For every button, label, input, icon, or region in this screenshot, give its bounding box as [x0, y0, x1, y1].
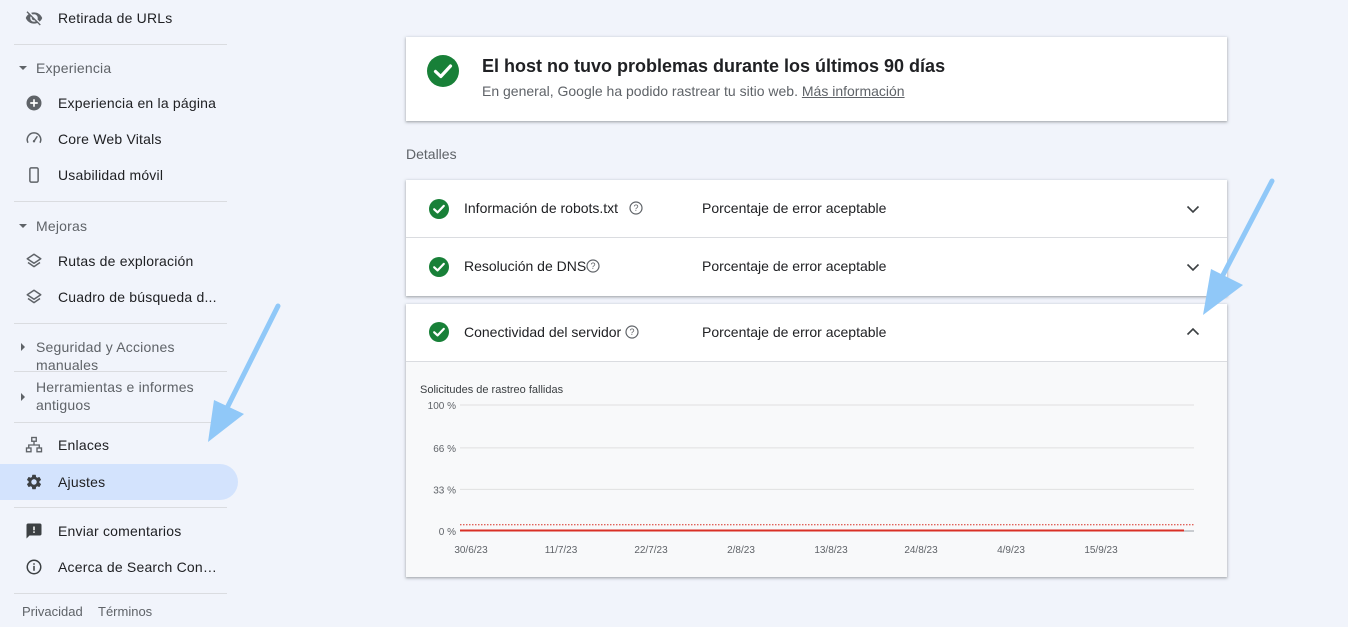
host-status-text: En general, Google ha podido rastrear tu… [482, 83, 798, 99]
feedback-icon [24, 521, 44, 541]
y-tick-label: 33 % [433, 485, 456, 496]
sidebar-item-experiencia-pagina[interactable]: Experiencia en la página [0, 85, 238, 121]
more-info-link[interactable]: Más información [802, 83, 905, 99]
x-tick-label: 4/9/23 [997, 545, 1025, 556]
section-label-line2: antiguos [36, 397, 91, 413]
divider [14, 593, 227, 594]
sidebar-item-usabilidad-movil[interactable]: Usabilidad móvil [0, 157, 238, 193]
caret-right-icon [18, 392, 28, 402]
details-group-expanded: Conectividad del servidor ? Porcentaje d… [406, 304, 1227, 577]
svg-text:?: ? [633, 203, 638, 213]
caret-down-icon [18, 221, 28, 231]
sidebar-item-acerca-de[interactable]: Acerca de Search Cons... [0, 549, 238, 585]
smartphone-icon [24, 165, 44, 185]
sidebar-item-ajustes[interactable]: Ajustes [0, 464, 238, 500]
sidebar-item-enviar-comentarios[interactable]: Enviar comentarios [0, 513, 238, 549]
layers-icon [24, 251, 44, 271]
detail-row-dns[interactable]: Resolución de DNS ? Porcentaje de error … [406, 238, 1227, 296]
detail-status: Porcentaje de error aceptable [702, 258, 887, 274]
x-tick-label: 30/6/23 [454, 545, 488, 556]
detail-row-server[interactable]: Conectividad del servidor ? Porcentaje d… [406, 304, 1227, 362]
x-tick-label: 22/7/23 [634, 545, 668, 556]
section-mejoras[interactable]: Mejoras [0, 217, 238, 235]
x-tick-label: 13/8/23 [814, 545, 848, 556]
gear-icon [24, 472, 44, 492]
detail-name: Resolución de DNS [464, 258, 587, 274]
annotation-arrow [1203, 178, 1275, 315]
divider [14, 507, 227, 508]
y-tick-label: 66 % [433, 444, 456, 455]
sidebar-item-rutas-exploracion[interactable]: Rutas de exploración [0, 243, 238, 279]
x-tick-label: 15/9/23 [1084, 545, 1118, 556]
divider [14, 323, 227, 324]
divider [14, 422, 227, 423]
layers-icon [24, 287, 44, 307]
host-status-card: El host no tuvo problemas durante los úl… [406, 37, 1227, 121]
x-tick-label: 24/8/23 [904, 545, 938, 556]
help-icon[interactable]: ? [625, 325, 639, 339]
section-label: Experiencia [36, 60, 112, 76]
section-label: Herramientas e informes antiguos [36, 378, 194, 414]
sidebar-item-label: Core Web Vitals [58, 131, 162, 147]
sidebar-item-label: Acerca de Search Cons... [58, 559, 218, 575]
detail-name: Información de robots.txt [464, 200, 619, 216]
privacy-link[interactable]: Privacidad [22, 604, 83, 619]
divider [14, 44, 227, 45]
caret-down-icon [18, 63, 28, 73]
details-heading: Detalles [406, 146, 457, 162]
sidebar-item-label: Rutas de exploración [58, 253, 194, 269]
sidebar-item-label: Cuadro de búsqueda d... [58, 289, 217, 305]
section-label: Mejoras [36, 218, 88, 234]
svg-text:?: ? [590, 261, 595, 271]
chevron-up-icon[interactable] [1185, 324, 1201, 340]
failed-requests-chart: Solicitudes de rastreo fallidas 100 % 66 … [406, 362, 1227, 577]
sidebar-item-label: Usabilidad móvil [58, 167, 164, 183]
sidebar-item-label: Retirada de URLs [58, 10, 173, 26]
host-status-title: El host no tuvo problemas durante los úl… [482, 56, 946, 76]
detail-status: Porcentaje de error aceptable [702, 200, 887, 216]
x-tick-label: 2/8/23 [727, 545, 755, 556]
chart-svg: 100 % 66 % 33 % 0 % 30/6/23 11/7/23 22/7/23 2/8… [428, 401, 1194, 556]
sidebar-item-label: Experiencia en la página [58, 95, 217, 111]
sidebar-item-label: Enviar comentarios [58, 523, 182, 539]
y-tick-label: 100 % [428, 401, 456, 412]
svg-text:?: ? [629, 327, 634, 337]
sitemap-icon [24, 435, 44, 455]
details-group: Información de robots.txt ? Porcentaje d… [406, 180, 1227, 296]
annotation-arrow [208, 303, 281, 442]
host-status-subtitle: En general, Google ha podido rastrear tu… [482, 83, 905, 99]
divider [14, 371, 227, 372]
info-icon [24, 557, 44, 577]
caret-right-icon [18, 342, 28, 352]
x-tick-label: 11/7/23 [545, 545, 578, 556]
y-tick-label: 0 % [439, 527, 456, 538]
detail-status: Porcentaje de error aceptable [702, 324, 887, 340]
terms-link[interactable]: Términos [98, 604, 152, 619]
detail-row-robots[interactable]: Información de robots.txt ? Porcentaje d… [406, 180, 1227, 238]
sidebar-item-core-web-vitals[interactable]: Core Web Vitals [0, 121, 238, 157]
detail-name: Conectividad del servidor [464, 324, 622, 340]
add-circle-icon [24, 93, 44, 113]
section-experiencia[interactable]: Experiencia [0, 59, 238, 77]
check-circle-icon [427, 55, 459, 87]
divider [14, 201, 227, 202]
check-circle-icon [429, 199, 449, 219]
speed-gauge-icon [24, 129, 44, 149]
section-label-line1: Herramientas e informes [36, 379, 194, 395]
sidebar-item-label: Enlaces [58, 437, 110, 453]
help-icon[interactable]: ? [586, 259, 600, 273]
sidebar-item-retirada-urls[interactable]: Retirada de URLs [0, 0, 238, 36]
check-circle-icon [429, 322, 449, 342]
check-circle-icon [429, 257, 449, 277]
eye-off-icon [24, 8, 44, 28]
help-icon[interactable]: ? [629, 201, 643, 215]
sidebar-item-label: Ajustes [58, 474, 106, 490]
